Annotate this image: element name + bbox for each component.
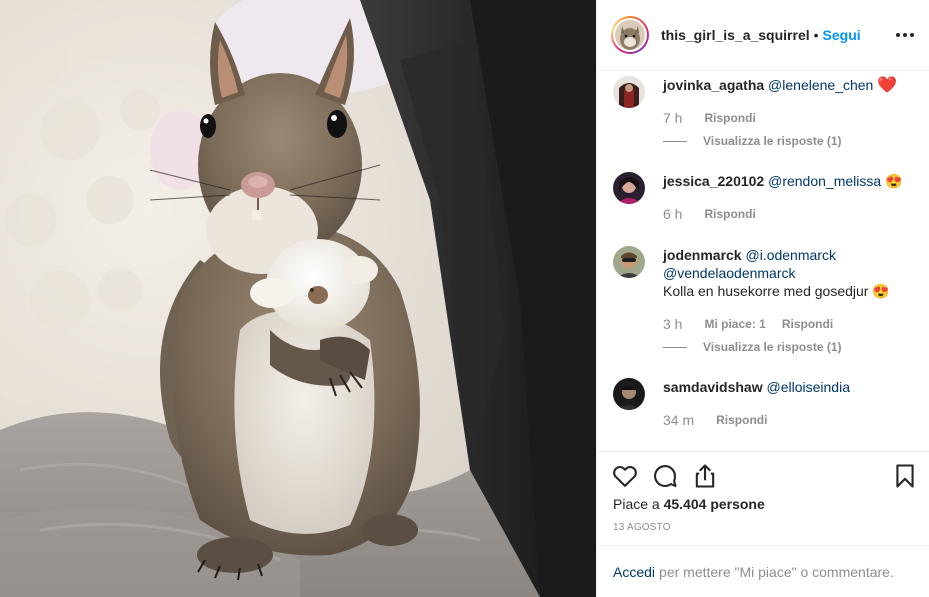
commenter-avatar[interactable]: [613, 378, 645, 410]
header-separator: •: [813, 27, 819, 43]
reply-button[interactable]: Rispondi: [704, 111, 755, 125]
post-photo[interactable]: [0, 0, 596, 597]
comment-mention[interactable]: @i.odenmarck: [745, 247, 835, 263]
reply-button[interactable]: Rispondi: [704, 207, 755, 221]
login-prompt-bar: Accedi per mettere "Mi piace" o commenta…: [597, 545, 929, 597]
comment-item: jovinka_agatha @lenelene_chen ❤️ 7 h Ris…: [613, 76, 913, 156]
post-date[interactable]: 13 AGOSTO: [613, 522, 671, 533]
author-avatar[interactable]: [611, 16, 649, 54]
view-replies-line: [663, 346, 687, 348]
login-link[interactable]: Accedi: [613, 564, 655, 580]
comment-mention[interactable]: @rendon_melissa: [768, 173, 881, 189]
heart-eyes-emoji: 😍: [872, 283, 890, 299]
commenter-avatar[interactable]: [613, 246, 645, 278]
comment-meta: 7 h Rispondi: [663, 110, 756, 126]
view-replies-button[interactable]: Visualizza le risposte (1): [663, 340, 842, 354]
comment-timestamp[interactable]: 7 h: [663, 110, 682, 126]
comment-mention[interactable]: @lenelene_chen: [768, 77, 873, 93]
comment-timestamp[interactable]: 6 h: [663, 206, 682, 222]
red-heart-emoji: ❤️: [877, 77, 898, 94]
post-side-panel: this_girl_is_a_squirrel • Segui jovinka_…: [596, 0, 929, 597]
follow-button[interactable]: Segui: [823, 27, 861, 43]
comment-meta: 6 h Rispondi: [663, 206, 756, 222]
view-replies-label: Visualizza le risposte (1): [703, 340, 842, 354]
comment-timestamp[interactable]: 3 h: [663, 316, 682, 332]
share-upload-icon[interactable]: [691, 462, 719, 490]
comment-meta: 34 m Rispondi: [663, 412, 767, 428]
likes-count: 45.404: [663, 496, 707, 512]
comment-item: jodenmarck @i.odenmarck @vendelaodenmarc…: [613, 246, 913, 356]
view-replies-label: Visualizza le risposte (1): [703, 134, 842, 148]
comment-bubble-icon[interactable]: [651, 462, 679, 490]
post-header: this_girl_is_a_squirrel • Segui: [597, 0, 929, 71]
bookmark-icon[interactable]: [891, 462, 919, 490]
comment-timestamp[interactable]: 34 m: [663, 412, 694, 428]
comment-meta: 3 h Mi piace: 1 Rispondi: [663, 316, 833, 332]
post-actions: Piace a 45.404 persone 13 AGOSTO: [597, 451, 929, 545]
commenter-avatar[interactable]: [613, 76, 645, 108]
commenter-username[interactable]: samdavidshaw: [663, 379, 763, 395]
author-avatar-image: [615, 20, 645, 50]
heart-outline-icon[interactable]: [611, 462, 639, 490]
commenter-avatar[interactable]: [613, 172, 645, 204]
heart-eyes-emoji: 😍: [885, 173, 903, 189]
more-options-icon[interactable]: [894, 24, 916, 46]
reply-button[interactable]: Rispondi: [716, 413, 767, 427]
comment-like-count[interactable]: Mi piace: 1: [704, 317, 765, 331]
comment-mention-second[interactable]: @vendelaodenmarck: [663, 265, 796, 281]
commenter-username[interactable]: jovinka_agatha: [663, 77, 764, 93]
comment-mention[interactable]: @elloiseindia: [767, 379, 850, 395]
likes-suffix: persone: [710, 496, 765, 512]
view-replies-button[interactable]: Visualizza le risposte (1): [663, 134, 842, 148]
view-replies-line: [663, 140, 687, 142]
author-username-link[interactable]: this_girl_is_a_squirrel: [661, 27, 810, 43]
comment-item: samdavidshaw @elloiseindia 34 m Rispondi: [613, 378, 913, 438]
commenter-username[interactable]: jodenmarck: [663, 247, 742, 263]
squirrel-photo-image: [0, 0, 596, 597]
commenter-username[interactable]: jessica_220102: [663, 173, 764, 189]
comments-list[interactable]: jovinka_agatha @lenelene_chen ❤️ 7 h Ris…: [597, 72, 929, 451]
reply-button[interactable]: Rispondi: [782, 317, 833, 331]
comment-item: jessica_220102 @rendon_melissa 😍 6 h Ris…: [613, 172, 913, 232]
comment-text: Kolla en husekorre med gosedjur: [663, 283, 869, 299]
likes-summary[interactable]: Piace a 45.404 persone: [613, 496, 765, 512]
likes-prefix: Piace a: [613, 496, 660, 512]
login-prompt-text: per mettere "Mi piace" o commentare.: [659, 563, 894, 580]
